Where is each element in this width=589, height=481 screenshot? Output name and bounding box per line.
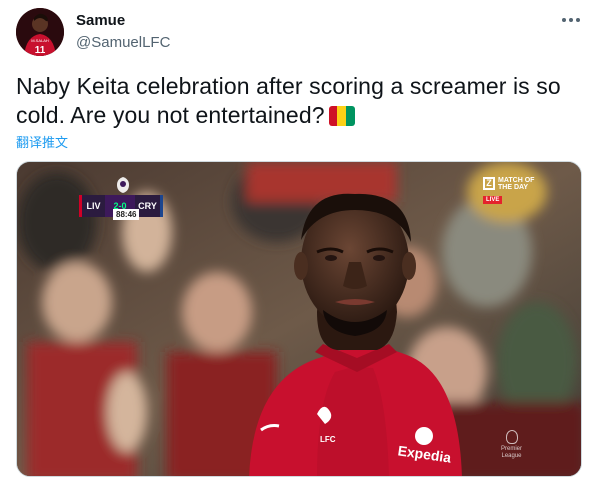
broadcaster-logo: Z MATCH OF THE DAY [483, 177, 534, 191]
shirt-badge-text: LFC [320, 435, 336, 444]
flag-red-stripe [328, 106, 338, 126]
more-dot-icon [569, 18, 573, 22]
user-handle[interactable]: @SamuelLFC [76, 34, 170, 51]
avatar-jersey-name: M.SALAH [31, 38, 49, 43]
premier-league-watermark-icon [505, 430, 518, 444]
more-dot-icon [562, 18, 566, 22]
scorebug-clock: 88:46 [113, 209, 140, 220]
scorebug-home-team: LIV [79, 195, 105, 217]
live-badge: LIVE [483, 196, 503, 204]
tweet-media-image[interactable]: LFC Expedia LIV 2-0 CRY 88:46 Z MATCH OF… [16, 161, 582, 477]
tweet-card: M.SALAH 11 Samue @SamuelLFC Naby Keita c… [0, 0, 589, 481]
premier-league-watermark: Premier League [501, 430, 522, 460]
user-avatar[interactable]: M.SALAH 11 [16, 8, 64, 56]
broadcaster-line-2: THE DAY [498, 184, 529, 191]
broadcaster-line-1: MATCH OF [498, 177, 535, 184]
guinea-flag-icon [328, 106, 355, 126]
tweet-text: Naby Keita celebration after scoring a s… [16, 72, 576, 130]
flag-green-stripe [345, 106, 355, 126]
premier-league-lion-icon [115, 176, 131, 194]
tweet-body: Naby Keita celebration after scoring a s… [16, 73, 561, 128]
more-options-button[interactable] [560, 12, 582, 28]
user-display-name[interactable]: Samue [76, 12, 125, 29]
more-dot-icon [576, 18, 580, 22]
avatar-jersey-number: 11 [35, 45, 46, 56]
watermark-line-1: Premier [501, 446, 523, 452]
watermark-line-2: League [501, 453, 522, 459]
flag-yellow-stripe [337, 106, 346, 126]
translate-tweet-link[interactable]: 翻译推文 [16, 132, 68, 151]
avatar-image: M.SALAH 11 [16, 8, 64, 56]
broadcaster-logo-icon: Z [483, 177, 495, 190]
